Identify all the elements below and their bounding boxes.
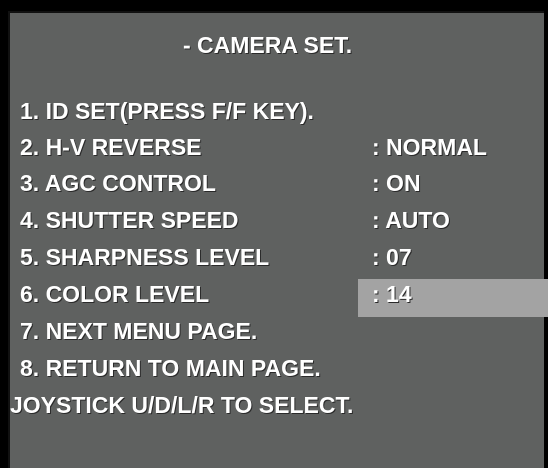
menu-item-hv-reverse[interactable]: 2. H-V REVERSE xyxy=(20,132,202,162)
menu-title: - CAMERA SET. xyxy=(183,32,353,58)
menu-item-shutter-speed[interactable]: 4. SHUTTER SPEED xyxy=(20,205,239,235)
joystick-hint: JOYSTICK U/D/L/R TO SELECT. xyxy=(10,392,354,418)
menu-item-id-set[interactable]: 1. ID SET(PRESS F/F KEY). xyxy=(20,96,314,126)
sharpness-level-value[interactable]: : 07 xyxy=(372,242,412,272)
agc-control-value[interactable]: : ON xyxy=(372,168,421,198)
menu-item-next-menu-page[interactable]: 7. NEXT MENU PAGE. xyxy=(20,316,257,346)
color-level-value[interactable]: : 14 xyxy=(372,279,412,309)
menu-item-sharpness-level[interactable]: 5. SHARPNESS LEVEL xyxy=(20,242,269,272)
menu-item-agc-control[interactable]: 3. AGC CONTROL xyxy=(20,168,216,198)
menu-item-return-to-main-page[interactable]: 8. RETURN TO MAIN PAGE. xyxy=(20,353,321,383)
hv-reverse-value[interactable]: : NORMAL xyxy=(372,132,487,162)
shutter-speed-value[interactable]: : AUTO xyxy=(372,205,450,235)
menu-item-color-level[interactable]: 6. COLOR LEVEL xyxy=(20,279,209,309)
